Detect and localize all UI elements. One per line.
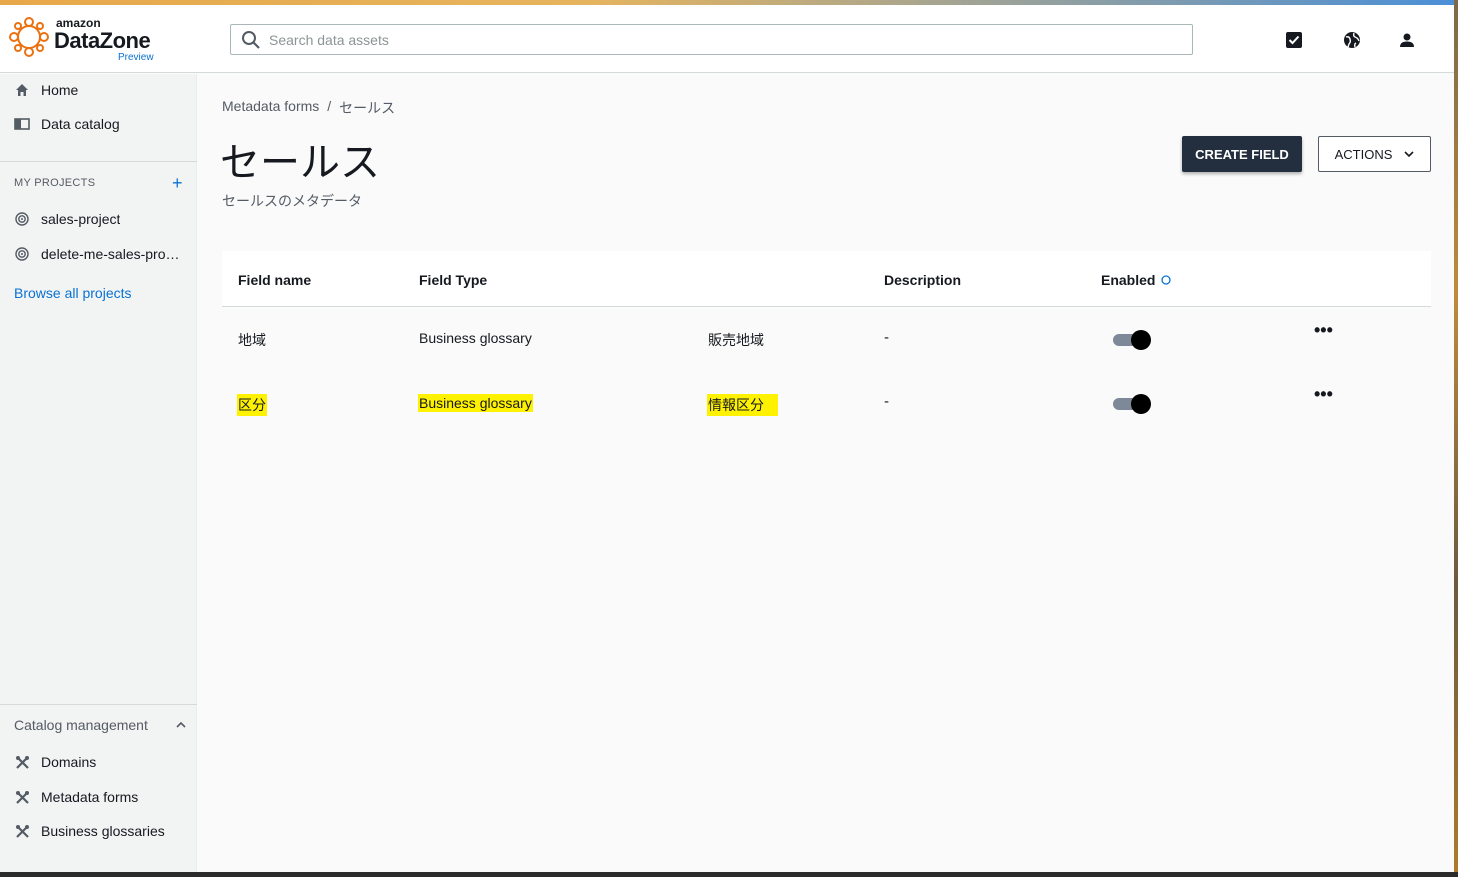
chevron-up-icon[interactable]: [176, 721, 186, 729]
enabled-toggle[interactable]: [1113, 330, 1151, 350]
window-edge: [0, 872, 1458, 877]
more-options-icon[interactable]: •••: [1314, 320, 1333, 341]
field-name-cell: 地域: [238, 333, 266, 349]
toggle-knob: [1131, 394, 1151, 414]
sidebar-item-home[interactable]: Home: [0, 74, 197, 106]
sidebar-item-business-glossaries[interactable]: Business glossaries: [0, 815, 197, 847]
breadcrumb-separator: /: [327, 98, 332, 114]
column-header-field-type[interactable]: Field Type: [419, 272, 487, 288]
sidebar-item-metadata-forms[interactable]: Metadata forms: [0, 781, 197, 813]
glossary-term-cell[interactable]: 販売地域: [708, 330, 764, 350]
project-icon: [14, 246, 30, 262]
tasks-icon[interactable]: [1283, 29, 1305, 51]
column-header-description[interactable]: Description: [884, 272, 961, 288]
globe-icon[interactable]: [1341, 29, 1363, 51]
book-icon: [14, 116, 30, 132]
glossary-term-cell[interactable]: 情報区分: [707, 394, 778, 416]
description-cell: -: [884, 394, 890, 410]
logo-datazone-text: DataZone: [54, 28, 151, 53]
chevron-down-icon: [1404, 150, 1414, 157]
field-type-cell: Business glossary: [419, 330, 532, 346]
tools-icon: [14, 789, 30, 805]
search-icon: [242, 31, 260, 49]
breadcrumb: Metadata forms / セールス: [222, 98, 395, 118]
catalog-management-toggle[interactable]: Catalog management: [14, 717, 148, 733]
browse-all-projects-link[interactable]: Browse all projects: [14, 285, 132, 301]
search-box[interactable]: [230, 24, 1193, 55]
toggle-knob: [1131, 330, 1151, 350]
sidebar-item-label: Data catalog: [41, 116, 120, 132]
home-icon: [14, 82, 30, 98]
table-header: Field name Field Type Description Enable…: [222, 251, 1431, 307]
window-edge: [1454, 0, 1458, 877]
tools-icon: [14, 823, 30, 839]
field-name-cell: 区分: [237, 394, 267, 416]
search-input[interactable]: [269, 25, 1169, 54]
actions-button[interactable]: ACTIONS: [1318, 136, 1431, 172]
top-header: amazon DataZone Preview: [0, 5, 1454, 73]
main-content: Metadata forms / セールス セールス セールスのメタデータ CR…: [198, 74, 1454, 872]
sidebar-item-label: Domains: [41, 754, 97, 770]
actions-button-label: ACTIONS: [1334, 146, 1393, 162]
enabled-toggle[interactable]: [1113, 394, 1151, 414]
sidebar-item-project[interactable]: sales-project: [0, 203, 197, 235]
user-icon[interactable]: [1396, 29, 1418, 51]
sidebar-item-domains[interactable]: Domains: [0, 746, 197, 778]
datazone-logo[interactable]: amazon DataZone Preview: [8, 14, 168, 64]
sidebar-item-label: Business glossaries: [41, 823, 165, 839]
more-options-icon[interactable]: •••: [1314, 384, 1333, 405]
info-icon[interactable]: [1161, 275, 1172, 285]
column-header-field-name[interactable]: Field name: [238, 272, 311, 288]
description-cell: -: [884, 330, 890, 346]
table-row[interactable]: 地域 Business glossary 販売地域 - •••: [222, 308, 1431, 372]
sidebar: Home Data catalog MY PROJECTS + sales-pr…: [0, 74, 197, 872]
page-subtitle: セールスのメタデータ: [222, 194, 362, 210]
table-row[interactable]: 区分 Business glossary 情報区分 - •••: [222, 372, 1431, 436]
sidebar-item-data-catalog[interactable]: Data catalog: [0, 108, 197, 140]
column-header-enabled[interactable]: Enabled: [1101, 272, 1172, 288]
sidebar-item-label: Home: [41, 82, 79, 98]
datazone-logo-icon: [9, 17, 49, 57]
breadcrumb-link-metadata-forms[interactable]: Metadata forms: [222, 98, 319, 118]
logo-preview-badge: Preview: [118, 52, 154, 63]
sidebar-item-label: sales-project: [41, 211, 121, 227]
add-project-icon[interactable]: +: [172, 174, 183, 192]
breadcrumb-current: セールス: [339, 100, 396, 116]
sidebar-item-label: Metadata forms: [41, 789, 139, 805]
sidebar-item-project[interactable]: delete-me-sales-project: [0, 238, 197, 270]
create-field-button[interactable]: CREATE FIELD: [1182, 136, 1302, 172]
sidebar-divider: [0, 704, 197, 705]
field-type-cell: Business glossary: [418, 394, 533, 412]
sidebar-item-label: delete-me-sales-project: [41, 246, 181, 262]
page-title: セールス: [220, 140, 380, 186]
project-icon: [14, 211, 30, 227]
sidebar-divider: [0, 161, 197, 162]
tools-icon: [14, 754, 30, 770]
my-projects-heading: MY PROJECTS: [14, 177, 96, 189]
